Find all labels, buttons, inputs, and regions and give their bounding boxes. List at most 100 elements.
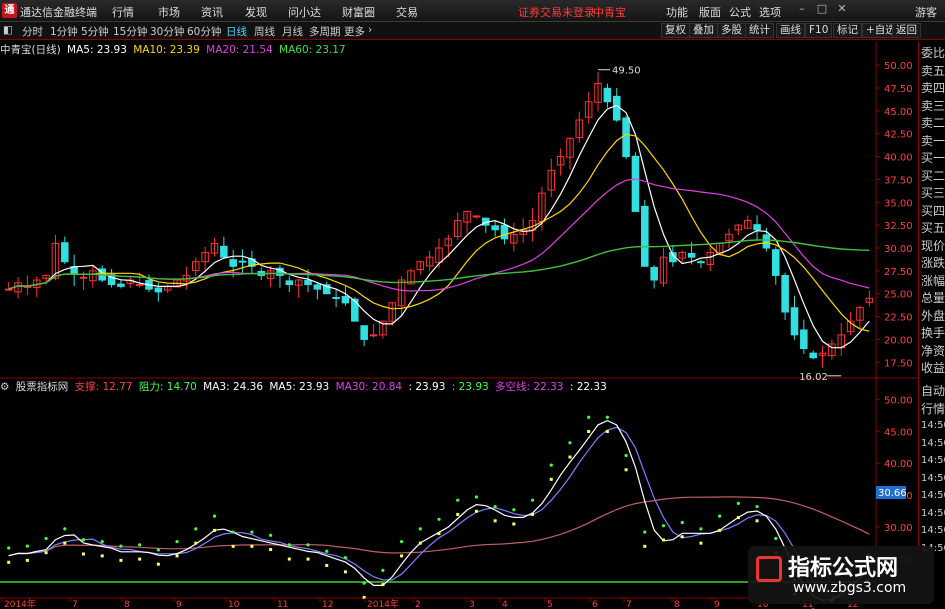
- signal-dot: [138, 543, 142, 547]
- legend-ma3: MA3: 24.36: [203, 381, 264, 393]
- quote-tab[interactable]: 收益: [921, 361, 945, 375]
- quote-tab[interactable]: 净资: [921, 344, 945, 358]
- signal-dot: [44, 536, 48, 541]
- signal-dot: [63, 527, 67, 531]
- quote-tab[interactable]: 换手: [921, 326, 945, 340]
- signal-dot: [194, 527, 198, 531]
- y-tick-label: 35.00: [884, 198, 913, 209]
- signal-square: [100, 554, 104, 558]
- quote-tab[interactable]: 卖五: [921, 64, 945, 78]
- tick-tab[interactable]: 行情: [921, 402, 945, 416]
- signal-dot: [7, 546, 11, 550]
- gear-icon[interactable]: ⚙: [0, 381, 9, 393]
- signal-square: [680, 535, 684, 539]
- quote-tab[interactable]: 涨跌: [921, 256, 945, 270]
- candle-body: [762, 234, 771, 249]
- quote-tab[interactable]: 买五: [921, 221, 945, 235]
- signal-square: [718, 528, 722, 532]
- signal-square: [418, 541, 422, 545]
- tick-tab[interactable]: 14:50: [921, 524, 945, 538]
- quote-tab[interactable]: 买三: [921, 186, 945, 200]
- legend-ma60: MA60: 23.17: [279, 44, 346, 56]
- signal-dot: [624, 453, 628, 458]
- signal-square: [456, 512, 460, 516]
- tick-tab[interactable]: 14:50: [921, 454, 945, 468]
- signal-square: [662, 538, 666, 542]
- tick-tab[interactable]: 14:50: [921, 472, 945, 486]
- signal-square: [549, 477, 553, 481]
- signal-dot: [512, 508, 516, 512]
- watermark-title: 指标公式网: [788, 556, 899, 581]
- y-tick-label: 32.50: [884, 221, 913, 232]
- tick-tab[interactable]: 14:50: [921, 419, 945, 433]
- signal-square: [381, 583, 385, 587]
- candle-body: [360, 325, 368, 340]
- signal-square: [605, 430, 609, 433]
- candle-body: [351, 298, 359, 322]
- watermark-logo-icon: [756, 556, 782, 582]
- y-tick-label: 17.50: [884, 358, 913, 369]
- candle-body: [753, 224, 761, 231]
- quote-tab[interactable]: 买一: [921, 151, 945, 165]
- signal-dot: [587, 415, 591, 419]
- y-tick-label: 37.50: [884, 175, 913, 186]
- tick-tab[interactable]: 自动: [921, 384, 945, 398]
- quote-tab[interactable]: 委比: [921, 46, 945, 60]
- signal-square: [212, 528, 216, 532]
- signal-dot: [456, 498, 460, 502]
- signal-dot: [306, 543, 310, 547]
- quote-tab[interactable]: 现价: [921, 239, 945, 253]
- quote-tab[interactable]: 买四: [921, 204, 945, 218]
- candle-body: [641, 205, 649, 267]
- signal-dot: [100, 540, 104, 544]
- candle-body: [79, 276, 88, 279]
- candle-body: [697, 261, 705, 264]
- signal-square: [568, 455, 572, 459]
- candle-body: [772, 249, 780, 276]
- x-tick-label: 2014年: [367, 598, 399, 609]
- quote-tab[interactable]: 买二: [921, 169, 945, 183]
- candle-body: [631, 155, 640, 212]
- quote-tab[interactable]: 卖二: [921, 116, 945, 130]
- y-tick-label: 47.50: [884, 84, 913, 95]
- quote-tab[interactable]: 卖一: [921, 134, 945, 148]
- signal-square: [63, 541, 67, 545]
- signal-dot: [231, 530, 235, 534]
- legend-sub-ma5: MA5: 23.93: [269, 381, 330, 393]
- legend-ma10: MA10: 23.39: [133, 44, 200, 56]
- legend-ma20: MA20: 21.54: [206, 44, 273, 56]
- signal-square: [699, 541, 703, 545]
- signal-dot: [549, 463, 553, 467]
- y-tick-label: 25.00: [884, 290, 913, 301]
- signal-dot: [325, 549, 329, 553]
- x-tick-label: 2: [415, 600, 421, 609]
- signal-square: [138, 557, 142, 561]
- x-tick-label: 7: [626, 600, 632, 609]
- signal-square: [755, 519, 759, 523]
- candle-body: [238, 260, 247, 263]
- signal-dot: [680, 520, 684, 525]
- candle-body: [809, 352, 817, 359]
- quote-tab[interactable]: 卖四: [921, 81, 945, 95]
- x-tick-label: 4: [502, 600, 508, 609]
- candle-body: [117, 283, 125, 287]
- quote-tab[interactable]: 涨幅: [921, 274, 945, 288]
- watermark-url: www.zbgs3.com: [793, 580, 907, 596]
- candle-body: [220, 245, 228, 258]
- x-tick-label: 2014年: [4, 598, 36, 609]
- quote-tab[interactable]: 卖三: [921, 99, 945, 113]
- kline-chart[interactable]: 50.00 47.50 45.00 42.50 40.00 37.50 35.00 32.50…: [0, 0, 945, 609]
- tick-tab[interactable]: 14:50: [921, 507, 945, 521]
- ma30-sub-line: [8, 496, 870, 557]
- signal-square: [82, 552, 86, 556]
- tick-tab[interactable]: 14:50: [921, 437, 945, 451]
- y-tick-label: 20.00: [884, 335, 913, 346]
- signal-square: [44, 551, 48, 555]
- quote-tab[interactable]: 外盘: [921, 309, 945, 323]
- quote-tab[interactable]: 总量: [921, 291, 945, 305]
- x-tick-label: 9: [176, 600, 182, 609]
- signal-square: [437, 532, 441, 536]
- signal-dot: [175, 540, 179, 544]
- ma3-sub-line: [8, 419, 870, 601]
- tick-tab[interactable]: 14:50: [921, 489, 945, 503]
